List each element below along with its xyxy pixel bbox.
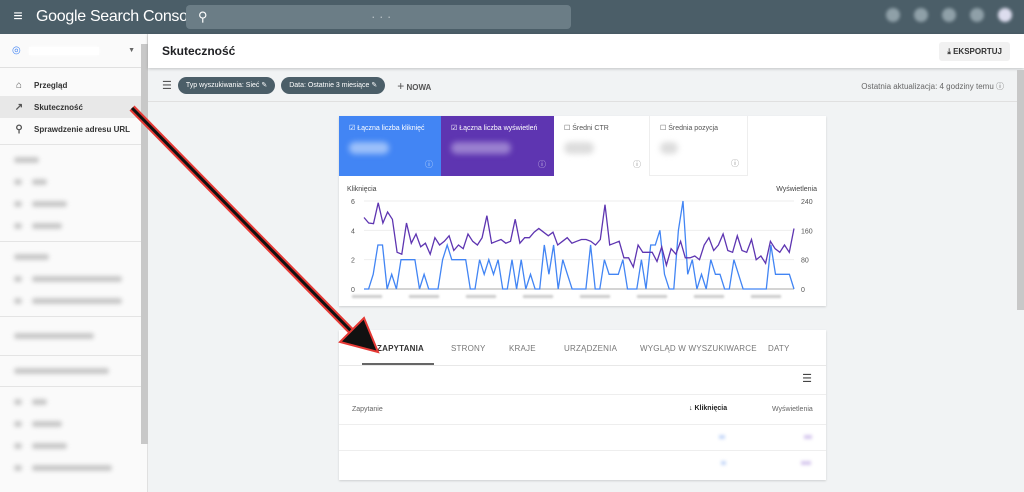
- plus-icon: +: [397, 78, 405, 93]
- tab-search-appearance[interactable]: WYGLĄD W WYSZUKIWARCE: [640, 344, 757, 353]
- checkbox-icon: ☐: [564, 125, 571, 132]
- y-tick-right: 160: [801, 228, 813, 235]
- page-title: Skuteczność: [162, 44, 236, 58]
- filter-chip-search-type[interactable]: Typ wyszukiwania: Sieć ✎: [177, 77, 276, 94]
- performance-card: ☑ Łączna liczba kliknięć ⓘ ☑ Łączna liczb…: [339, 116, 826, 306]
- y-tick-left: 4: [351, 228, 355, 235]
- search-icon: ⚲: [198, 9, 208, 24]
- help-icon[interactable]: ⓘ: [731, 158, 739, 169]
- help-icon[interactable]: ⓘ: [633, 159, 641, 170]
- home-icon: ⌂: [15, 79, 23, 91]
- sidebar-item-performance[interactable]: ↗ Skuteczność: [0, 96, 147, 118]
- tab-pages[interactable]: STRONY: [451, 344, 486, 353]
- series-line-impressions: [363, 202, 795, 269]
- column-impressions[interactable]: Wyświetlenia: [772, 406, 813, 413]
- globe-icon: ◎: [12, 45, 21, 56]
- table-card: ZAPYTANIA STRONY KRAJE URZĄDZENIA WYGLĄD…: [339, 330, 826, 480]
- last-update: Ostatnia aktualizacja: 4 godziny temu ⓘ: [861, 82, 1004, 91]
- table-row[interactable]: [339, 424, 826, 450]
- sidebar-scrollbar[interactable]: [141, 44, 148, 444]
- filter-icon[interactable]: ☰: [162, 79, 172, 92]
- filter-bar: ☰ Typ wyszukiwania: Sieć ✎ Data: Ostatni…: [148, 70, 1018, 102]
- chevron-down-icon: ▼: [128, 47, 135, 54]
- filter-icon[interactable]: ☰: [802, 372, 812, 385]
- x-tick-label: [637, 295, 667, 298]
- property-selector[interactable]: ◎ ▼: [0, 34, 147, 68]
- performance-chart: Kliknięcia Wyświetlenia 0 0 2 80 4 160 6 240: [347, 186, 817, 298]
- tab-queries[interactable]: ZAPYTANIA: [377, 344, 424, 353]
- series-line-clicks: [364, 200, 795, 290]
- notifications-icon[interactable]: [942, 8, 956, 22]
- dimension-tabs: ZAPYTANIA STRONY KRAJE URZĄDZENIA WYGLĄD…: [339, 330, 826, 366]
- table-row[interactable]: [339, 450, 826, 476]
- y-tick-right: 240: [801, 199, 813, 206]
- sidebar: ◎ ▼ ⌂ Przegląd ↗ Skuteczność ⚲ Sprawdzenie a…: [0, 34, 148, 492]
- arrow-down-icon: ↓: [689, 405, 693, 412]
- sidebar-item[interactable]: [0, 413, 147, 435]
- hamburger-icon[interactable]: ≡: [0, 8, 36, 26]
- y-tick-left: 2: [351, 258, 355, 265]
- filter-chip-date[interactable]: Data: Ostatnie 3 miesiące ✎: [281, 77, 386, 94]
- y-tick-right: 80: [801, 258, 809, 265]
- avatar[interactable]: [998, 8, 1012, 22]
- apps-icon[interactable]: [970, 8, 984, 22]
- metric-clicks[interactable]: ☑ Łączna liczba kliknięć ⓘ: [339, 116, 441, 176]
- tab-devices[interactable]: URZĄDZENIA: [564, 344, 617, 353]
- help-icon[interactable]: ⓘ: [425, 159, 433, 170]
- account-icon[interactable]: [914, 8, 928, 22]
- y-axis-left-label: Kliknięcia: [347, 186, 377, 193]
- page-header: Skuteczność ⤓ EKSPORTUJ: [148, 34, 1024, 68]
- checkbox-icon: ☐: [660, 125, 667, 132]
- tab-countries[interactable]: KRAJE: [509, 344, 536, 353]
- column-query[interactable]: Zapytanie: [352, 406, 383, 413]
- sidebar-section[interactable]: [0, 360, 147, 382]
- tab-dates[interactable]: DATY: [768, 344, 790, 353]
- app-title: Google Search Console: [36, 8, 200, 25]
- x-tick-label: [751, 295, 781, 298]
- search-icon: ⚲: [15, 123, 23, 135]
- active-tab-indicator: [362, 363, 434, 365]
- metric-impressions[interactable]: ☑ Łączna liczba wyświetleń ⓘ: [441, 116, 554, 176]
- y-tick-right: 0: [801, 287, 805, 294]
- help-icon[interactable]: ⓘ: [996, 82, 1004, 91]
- help-icon[interactable]: [886, 8, 900, 22]
- metric-position[interactable]: ☐ Średnia pozycja ⓘ: [650, 116, 748, 176]
- checkbox-checked-icon: ☑: [349, 125, 356, 132]
- y-tick-left: 0: [351, 287, 355, 294]
- sidebar-item[interactable]: [0, 290, 147, 312]
- trending-up-icon: ↗: [14, 101, 24, 113]
- checkbox-checked-icon: ☑: [451, 125, 458, 132]
- y-tick-left: 6: [351, 199, 355, 206]
- sidebar-item[interactable]: [0, 391, 147, 413]
- search-input[interactable]: ⚲ · · ·: [186, 5, 571, 29]
- x-tick-label: [523, 295, 553, 298]
- x-tick-label: [580, 295, 610, 298]
- sidebar-section[interactable]: [0, 321, 147, 351]
- sidebar-section[interactable]: [0, 246, 147, 268]
- sidebar-item[interactable]: [0, 268, 147, 290]
- top-bar: ≡ Google Search Console ⚲ · · ·: [0, 0, 1024, 34]
- x-tick-label: [352, 295, 382, 298]
- sidebar-item[interactable]: [0, 457, 147, 479]
- metric-ctr[interactable]: ☐ Średni CTR ⓘ: [554, 116, 650, 176]
- y-axis-right-label: Wyświetlenia: [776, 186, 817, 193]
- sidebar-section[interactable]: [0, 149, 147, 171]
- help-icon[interactable]: ⓘ: [538, 159, 546, 170]
- x-tick-label: [409, 295, 439, 298]
- page-scrollbar[interactable]: [1017, 70, 1024, 310]
- sidebar-item[interactable]: [0, 171, 147, 193]
- x-tick-label: [694, 295, 724, 298]
- x-tick-label: [466, 295, 496, 298]
- sidebar-item[interactable]: [0, 193, 147, 215]
- new-filter-button[interactable]: + NOWA: [397, 79, 431, 93]
- sidebar-item-url-inspection[interactable]: ⚲ Sprawdzenie adresu URL: [0, 118, 147, 140]
- download-icon: ⤓: [947, 47, 951, 56]
- column-clicks[interactable]: ↓ Kliknięcia: [689, 405, 727, 412]
- sidebar-item[interactable]: [0, 215, 147, 237]
- sidebar-item[interactable]: [0, 435, 147, 457]
- export-button[interactable]: ⤓ EKSPORTUJ: [939, 42, 1010, 61]
- sidebar-item-overview[interactable]: ⌂ Przegląd: [0, 74, 147, 96]
